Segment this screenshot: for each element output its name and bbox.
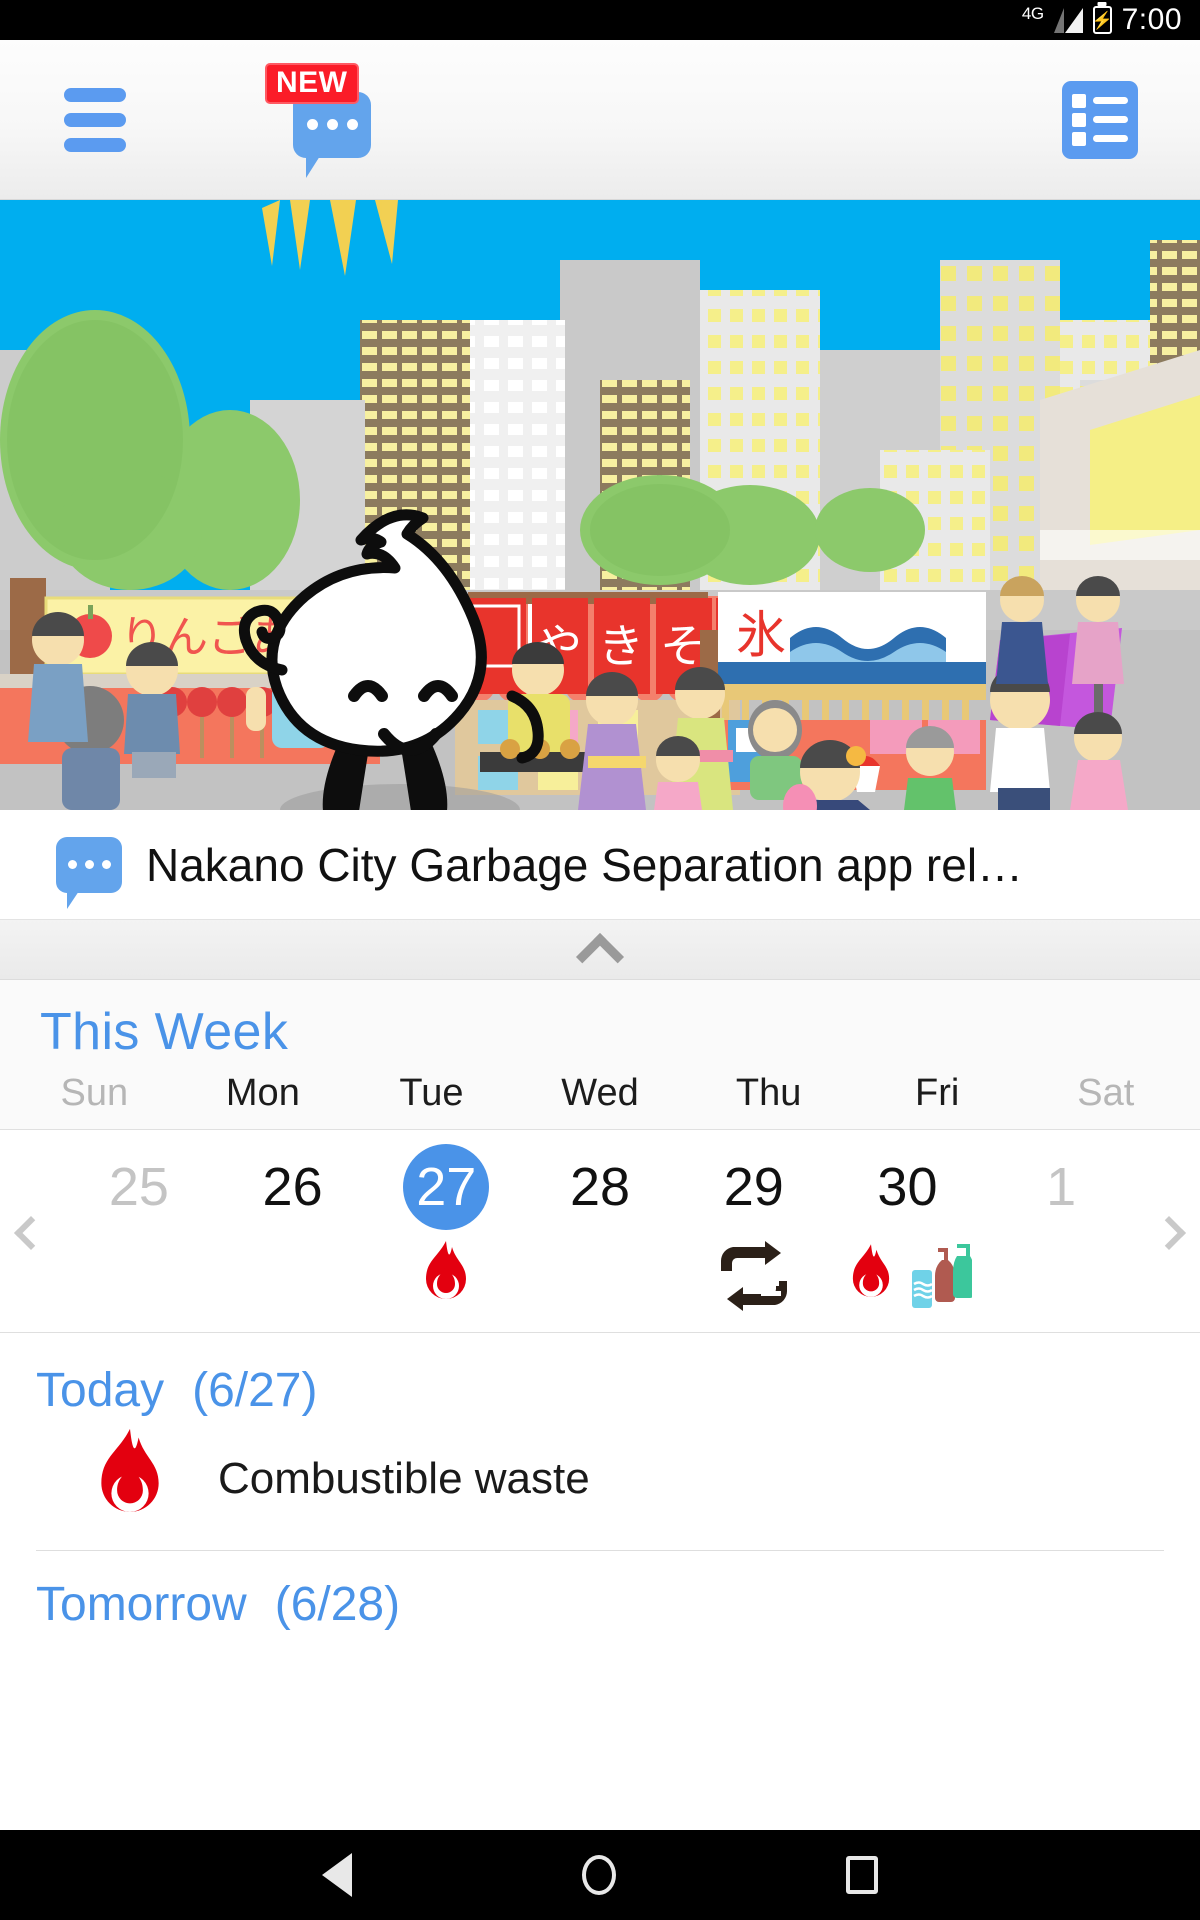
android-nav-bar: [0, 1830, 1200, 1920]
day-of-week-row: Sun Mon Tue Wed Thu Fri Sat: [0, 1072, 1200, 1130]
tomorrow-header: Tomorrow (6/28): [0, 1551, 1200, 1632]
date-number: 30: [877, 1157, 938, 1217]
schedule-item-row[interactable]: Combustible waste: [0, 1418, 1200, 1550]
nav-back-icon[interactable]: [322, 1853, 352, 1897]
date-number: 28: [569, 1157, 631, 1217]
today-date: (6/27): [192, 1364, 318, 1417]
news-banner[interactable]: Nakano City Garbage Separation app rel…: [0, 810, 1200, 920]
date-marks: [414, 1230, 478, 1322]
date-cell-wed[interactable]: 28: [523, 1144, 677, 1322]
waste-type-label: Combustible waste: [218, 1454, 590, 1503]
flame-icon: [101, 1428, 159, 1512]
date-cell-thu[interactable]: 29 プ: [677, 1144, 831, 1322]
hero-illustration[interactable]: りんごあめ や き そ 氷: [0, 200, 1200, 810]
dow-sun: Sun: [60, 1072, 129, 1114]
tomorrow-date: (6/28): [274, 1578, 401, 1631]
list-view-icon[interactable]: [1062, 80, 1138, 159]
today-label: Today: [36, 1364, 165, 1417]
tomorrow-label: Tomorrow: [36, 1578, 247, 1631]
svg-text:氷: 氷: [736, 606, 786, 664]
nav-recents-icon[interactable]: [846, 1856, 878, 1894]
dow-sat: Sat: [1077, 1072, 1135, 1114]
network-type-label: 4G: [1021, 3, 1044, 23]
battery-charging-icon: ⚡: [1092, 6, 1113, 34]
status-clock: 7:00: [1121, 3, 1182, 36]
dow-mon: Mon: [225, 1072, 300, 1114]
new-badge: NEW: [265, 62, 359, 104]
this-week-title: This Week: [40, 1003, 289, 1061]
date-marks: [842, 1230, 973, 1322]
flame-icon: [426, 1241, 467, 1299]
chat-bubble-icon: [56, 836, 122, 909]
plastic-recycle-icon: プ: [720, 1241, 787, 1311]
signal-bars-icon: [1053, 7, 1083, 33]
date-marks: プ: [717, 1230, 791, 1322]
date-cell-mon[interactable]: 26: [216, 1144, 370, 1322]
collapse-handle[interactable]: [0, 920, 1200, 981]
chevron-left-icon: [14, 1216, 48, 1250]
date-number-today: 27: [403, 1144, 490, 1230]
prev-week-button[interactable]: [0, 1216, 62, 1250]
svg-text:そ: そ: [660, 619, 706, 673]
svg-text:き: き: [598, 619, 644, 673]
flame-icon: [853, 1244, 890, 1297]
date-cell-fri[interactable]: 30: [831, 1144, 985, 1322]
news-chat-button[interactable]: NEW: [265, 62, 385, 178]
news-headline: Nakano City Garbage Separation app rel…: [146, 838, 1024, 891]
date-cell-tue[interactable]: 27: [369, 1144, 523, 1322]
date-number: 26: [262, 1157, 323, 1217]
chevron-up-icon: [575, 932, 625, 981]
app-header: NEW: [0, 40, 1200, 200]
date-cell-sun[interactable]: 25: [62, 1144, 216, 1322]
schedule-section: Today (6/27) Combustible waste Tomorrow …: [0, 1333, 1200, 1632]
week-dates-area: 25 26 27 28 29 プ 30 1: [0, 1130, 1200, 1332]
date-number: 29: [723, 1157, 784, 1217]
chevron-right-icon: [1152, 1216, 1186, 1250]
dow-tue: Tue: [399, 1072, 464, 1114]
dow-fri: Fri: [915, 1072, 960, 1114]
bottles-cans-icon: [912, 1244, 973, 1308]
dow-thu: Thu: [735, 1072, 802, 1114]
this-week-section: This Week Sun Mon Tue Wed Thu Fri Sat: [0, 980, 1200, 1130]
festival-scene-graphic: りんごあめ や き そ 氷: [0, 200, 1200, 810]
dow-wed: Wed: [561, 1072, 639, 1114]
nav-home-icon[interactable]: [582, 1855, 616, 1895]
date-number: 25: [108, 1157, 169, 1217]
next-week-button[interactable]: [1138, 1216, 1200, 1250]
date-cell-sat[interactable]: 1: [984, 1144, 1138, 1322]
hamburger-menu-icon[interactable]: [64, 87, 126, 152]
date-number: 1: [1046, 1157, 1077, 1217]
today-header: Today (6/27): [0, 1333, 1200, 1418]
status-bar: 4G ⚡ 7:00: [0, 0, 1200, 40]
